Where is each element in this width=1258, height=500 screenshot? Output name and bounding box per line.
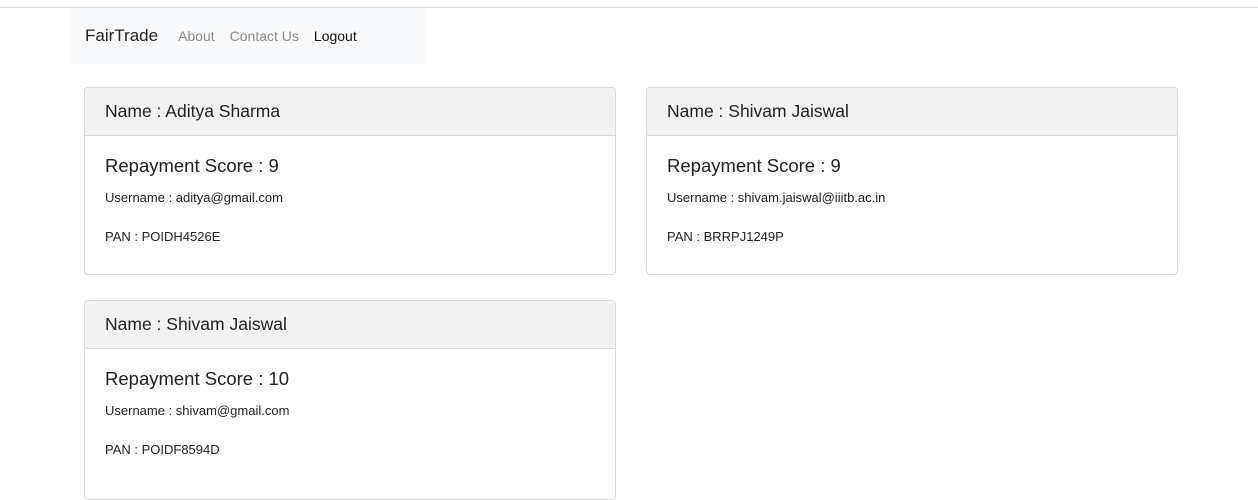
pan-text: PAN : BRRPJ1249P [667,229,784,244]
card-body: Repayment Score : 9 Username : shivam.ja… [647,136,1177,244]
pan-text: PAN : POIDH4526E [105,229,221,244]
borrower-card: Name : Shivam Jaiswal Repayment Score : … [84,300,616,500]
repayment-score: Repayment Score : 9 [105,155,279,176]
nav-logout-link[interactable]: Logout [314,28,357,44]
username-text: Username : aditya@gmail.com [105,190,283,205]
nav-contact-link[interactable]: Contact Us [230,28,299,44]
borrower-card: Name : Shivam Jaiswal Repayment Score : … [646,87,1178,275]
repayment-score: Repayment Score : 9 [667,155,841,176]
nav-about-link[interactable]: About [178,28,215,44]
card-body: Repayment Score : 9 Username : aditya@gm… [85,136,615,244]
borrower-name: Name : Shivam Jaiswal [667,101,849,121]
card-body: Repayment Score : 10 Username : shivam@g… [85,349,615,457]
card-header: Name : Shivam Jaiswal [647,88,1177,136]
pan-text: PAN : POIDF8594D [105,442,220,457]
card-header: Name : Shivam Jaiswal [85,301,615,349]
repayment-score: Repayment Score : 10 [105,368,290,389]
borrower-card: Name : Aditya Sharma Repayment Score : 9… [84,87,616,275]
card-header: Name : Aditya Sharma [85,88,615,136]
username-text: Username : shivam.jaiswal@iiitb.ac.in [667,190,886,205]
username-text: Username : shivam@gmail.com [105,403,290,418]
navbar: FairTrade About Contact Us Logout [69,8,426,64]
brand-link[interactable]: FairTrade [85,26,158,46]
borrower-name: Name : Shivam Jaiswal [105,314,287,334]
borrower-name: Name : Aditya Sharma [105,101,281,121]
